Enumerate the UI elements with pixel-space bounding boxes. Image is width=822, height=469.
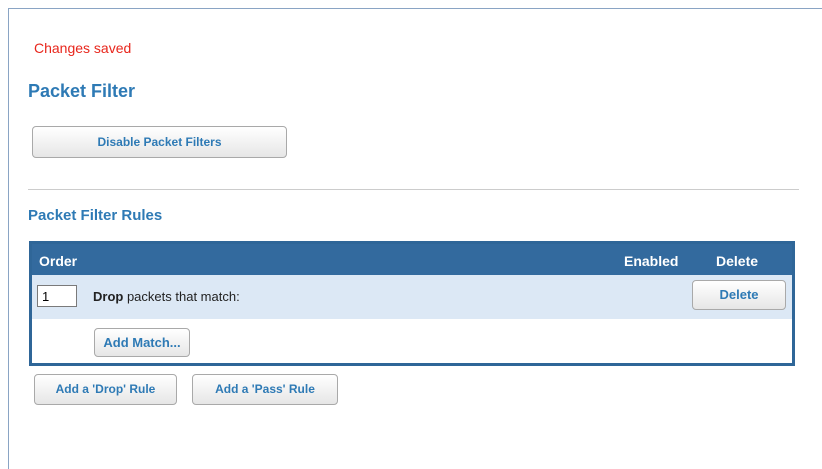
rule-description: Drop packets that match: bbox=[93, 289, 240, 304]
page-title: Packet Filter bbox=[28, 81, 136, 101]
column-header-delete: Delete bbox=[716, 253, 759, 269]
add-pass-rule-button[interactable]: Add a 'Pass' Rule bbox=[192, 374, 338, 405]
status-message: Changes saved bbox=[34, 40, 132, 56]
add-match-button[interactable]: Add Match... bbox=[94, 328, 190, 357]
delete-rule-button[interactable]: Delete bbox=[692, 280, 786, 310]
table-header: Order Enabled Delete bbox=[32, 244, 792, 275]
rule-description-text: packets that match: bbox=[123, 289, 240, 304]
disable-packet-filters-button[interactable]: Disable Packet Filters bbox=[32, 126, 287, 158]
content-frame: Changes saved Packet Filter Disable Pack… bbox=[8, 8, 822, 469]
rule-order-input[interactable] bbox=[37, 285, 77, 307]
column-header-order: Order bbox=[39, 253, 78, 269]
section-title: Packet Filter Rules bbox=[28, 207, 163, 224]
match-row: Add Match... bbox=[32, 320, 792, 363]
packet-filter-rules-table: Order Enabled Delete Drop packets that m… bbox=[29, 241, 795, 366]
table-row: Drop packets that match: Delete bbox=[32, 275, 792, 320]
column-header-enabled: Enabled bbox=[624, 253, 679, 269]
section-divider bbox=[28, 189, 799, 190]
add-drop-rule-button[interactable]: Add a 'Drop' Rule bbox=[34, 374, 177, 405]
rule-action: Drop bbox=[93, 289, 124, 304]
